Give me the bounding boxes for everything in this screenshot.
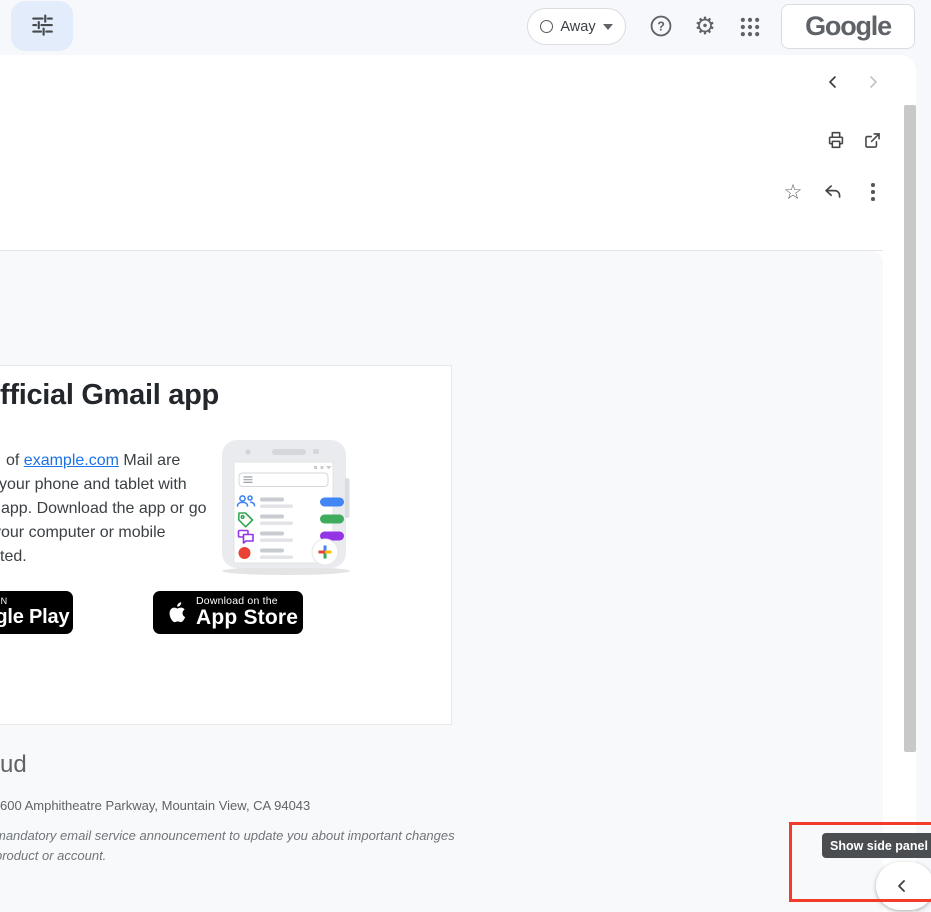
chevron-left-icon: [894, 878, 910, 894]
status-circle-icon: [540, 20, 553, 33]
apps-grid-icon: [739, 16, 761, 38]
footer-brand: ud: [0, 751, 27, 779]
reply-icon: [822, 181, 844, 203]
top-header: Away ? ⚙ Google: [0, 0, 931, 55]
apple-icon: [166, 600, 187, 625]
google-logo-card: Google: [781, 4, 915, 49]
status-dropdown[interactable]: Away: [527, 8, 626, 45]
newer-conversation-button[interactable]: [820, 69, 846, 95]
footer-disclaimer-line-1: mandatory email service announcement to …: [0, 828, 455, 843]
footer-address: 600 Amphitheatre Parkway, Mountain View,…: [0, 798, 310, 813]
tune-filter-button[interactable]: [11, 1, 73, 51]
example-link[interactable]: example.com: [24, 452, 119, 469]
body-line-2: your phone and tablet with: [0, 473, 187, 497]
tune-icon: [29, 11, 55, 42]
email-content-area: fficial Gmail app of example.com Mail ar…: [0, 251, 883, 912]
gear-icon: ⚙: [694, 14, 716, 38]
vertical-scrollbar[interactable]: [904, 105, 916, 752]
show-side-panel-button[interactable]: [876, 862, 931, 910]
status-label: Away: [560, 19, 595, 35]
chevron-down-icon: [603, 24, 613, 30]
star-icon: ☆: [784, 182, 803, 203]
google-logo: Google: [805, 11, 891, 42]
body-line-1: of example.com Mail are: [6, 449, 180, 473]
reply-button[interactable]: [820, 179, 846, 205]
apps-launcher-button[interactable]: [736, 13, 764, 41]
chevron-left-icon: [825, 74, 841, 90]
help-button[interactable]: ?: [647, 12, 675, 40]
body-line-5: ted.: [0, 545, 27, 569]
svg-text:?: ?: [657, 20, 665, 34]
footer-disclaimer-line-2: product or account.: [0, 848, 106, 863]
app-store-badge[interactable]: Download on the App Store: [153, 591, 303, 634]
phone-illustration: [212, 437, 350, 577]
body-text: of: [6, 452, 24, 469]
show-side-panel-tooltip: Show side panel: [822, 833, 931, 858]
print-button[interactable]: [823, 127, 849, 153]
reading-pane: ☆ fficial Gmail app of example.com Mail …: [0, 55, 916, 912]
print-icon: [825, 129, 847, 151]
older-conversation-button[interactable]: [860, 69, 886, 95]
body-line-4: your computer or mobile: [0, 521, 166, 545]
body-line-3: app. Download the app or go: [1, 497, 206, 521]
body-text: Mail are: [119, 452, 180, 469]
settings-button[interactable]: ⚙: [691, 12, 719, 40]
more-options-button[interactable]: [860, 179, 886, 205]
google-play-badge[interactable]: GET IT ON Google Play: [0, 591, 73, 634]
star-button[interactable]: ☆: [780, 179, 806, 205]
tooltip-text: Show side panel: [830, 839, 928, 853]
open-in-new-icon: [862, 130, 883, 151]
email-heading: fficial Gmail app: [0, 379, 219, 412]
chevron-right-icon: [865, 74, 881, 90]
open-in-new-button[interactable]: [859, 127, 885, 153]
play-badge-large-text: Google Play: [0, 607, 69, 628]
more-vert-icon: [871, 183, 875, 200]
appstore-badge-large-text: App Store: [196, 607, 298, 629]
help-icon: ?: [648, 13, 674, 39]
